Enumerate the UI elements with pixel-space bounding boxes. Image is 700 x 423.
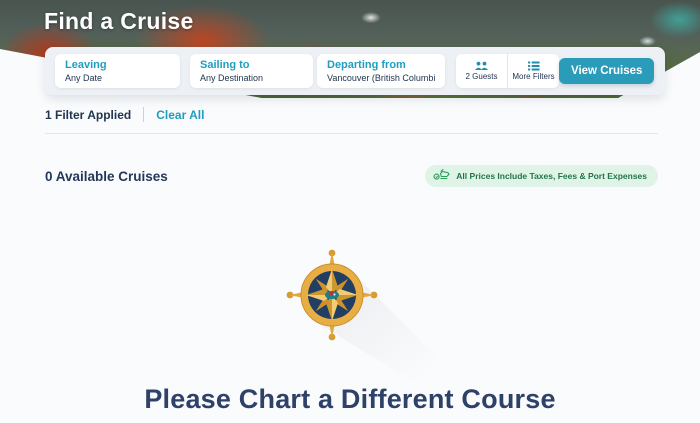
ship-icon: [433, 167, 450, 186]
guests-icon: [474, 61, 489, 71]
page-title: Find a Cruise: [44, 8, 194, 35]
price-inclusion-badge: All Prices Include Taxes, Fees & Port Ex…: [425, 165, 658, 187]
departing-from-value: Vancouver (British Columbia), Can...: [327, 73, 435, 84]
guests-filters-card: 2 Guests More Filters: [456, 54, 559, 88]
price-badge-text: All Prices Include Taxes, Fees & Port Ex…: [456, 171, 647, 181]
more-filters-label: More Filters: [512, 72, 554, 81]
guests-label: 2 Guests: [465, 72, 497, 81]
departing-from-label: Departing from: [327, 59, 435, 72]
available-cruises-count: 0 Available Cruises: [45, 169, 168, 184]
departing-from-field[interactable]: Departing from Vancouver (British Columb…: [317, 54, 445, 88]
sailing-to-value: Any Destination: [200, 73, 303, 84]
sailing-to-field[interactable]: Sailing to Any Destination: [190, 54, 313, 88]
horizontal-divider: [45, 133, 658, 134]
view-cruises-button[interactable]: View Cruises: [559, 58, 654, 84]
leaving-field[interactable]: Leaving Any Date: [55, 54, 180, 88]
results-header: 0 Available Cruises All Prices Include T…: [45, 165, 658, 187]
filter-bar: 1 Filter Applied Clear All: [45, 107, 204, 122]
leaving-value: Any Date: [65, 73, 170, 84]
more-filters-button[interactable]: More Filters: [507, 54, 559, 88]
divider: [143, 107, 144, 122]
filter-applied-count: 1 Filter Applied: [45, 108, 131, 122]
leaving-label: Leaving: [65, 59, 170, 72]
guests-selector[interactable]: 2 Guests: [456, 54, 507, 88]
cruise-search-bar: Leaving Any Date Sailing to Any Destinat…: [45, 47, 665, 95]
clear-all-link[interactable]: Clear All: [156, 108, 204, 122]
list-filter-icon: [528, 61, 540, 71]
empty-state-heading: Please Chart a Different Course: [0, 384, 700, 415]
sailing-to-label: Sailing to: [200, 59, 303, 72]
compass-icon: [262, 225, 462, 397]
